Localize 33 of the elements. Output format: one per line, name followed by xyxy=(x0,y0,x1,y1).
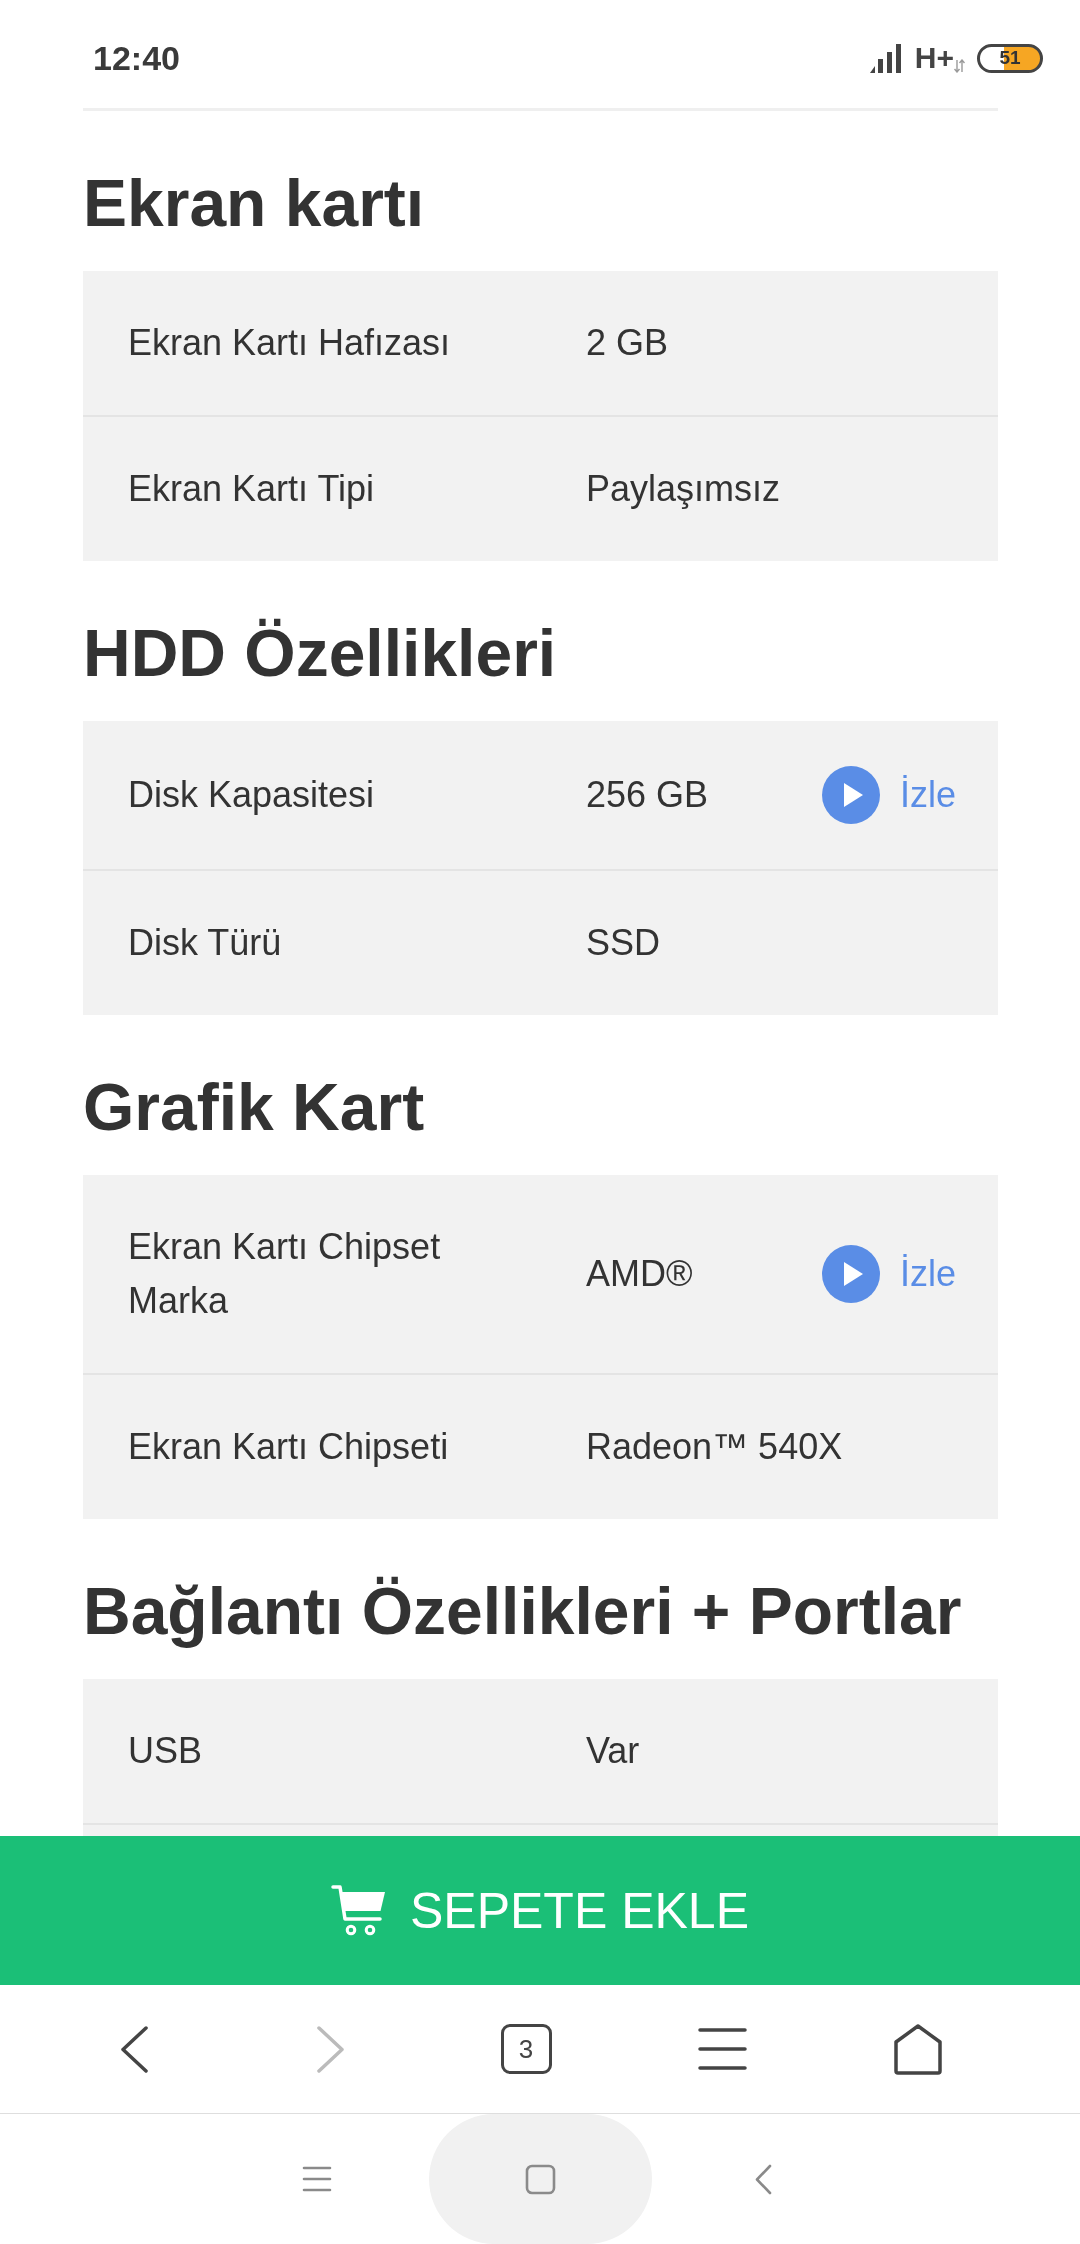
add-to-cart-button[interactable]: SEPETE EKLE xyxy=(0,1836,1080,1985)
square-icon[interactable] xyxy=(524,2163,556,2195)
spec-label: Ekran Kartı Chipset Marka xyxy=(128,1225,442,1323)
spec-value: Paylaşımsız xyxy=(586,467,782,511)
signal-icon xyxy=(868,43,902,73)
section-heading: HDD Özellikleri xyxy=(83,615,558,692)
spec-label: USB xyxy=(128,1729,204,1773)
chevron-left-icon[interactable] xyxy=(120,2025,148,2073)
spec-value: 256 GB xyxy=(586,773,710,817)
data-arrows-icon xyxy=(954,59,965,73)
play-icon[interactable] xyxy=(821,1245,880,1303)
spec-label: Ekran Kartı Chipseti xyxy=(128,1425,450,1469)
watch-link[interactable]: İzle xyxy=(821,1245,956,1303)
menu-icon[interactable] xyxy=(697,2028,747,2070)
tab-count-button[interactable]: 3 xyxy=(500,2024,552,2074)
spec-value: Var xyxy=(586,1729,641,1773)
network-type-label: H+ xyxy=(914,41,954,75)
section-heading: Bağlantı Özellikleri + Portlar xyxy=(83,1573,963,1650)
section-heading: Grafik Kart xyxy=(83,1069,426,1146)
spec-label: Ekran Kartı Hafızası xyxy=(128,321,452,365)
section-heading: Ekran kartı xyxy=(83,165,426,242)
spec-label: Ekran Kartı Tipi xyxy=(128,467,376,511)
spec-value: SSD xyxy=(586,921,662,965)
spec-value: Radeon™ 540X xyxy=(586,1425,844,1469)
home-icon[interactable] xyxy=(894,2023,942,2075)
status-time: 12:40 xyxy=(93,38,180,78)
play-icon[interactable] xyxy=(821,766,880,824)
spec-value: AMD® xyxy=(586,1252,694,1296)
spec-label: Disk Türü xyxy=(128,921,283,965)
watch-link[interactable]: İzle xyxy=(821,766,956,824)
spec-label: Disk Kapasitesi xyxy=(128,773,376,817)
cart-icon xyxy=(330,1885,387,1936)
spec-value: 2 GB xyxy=(586,321,670,365)
